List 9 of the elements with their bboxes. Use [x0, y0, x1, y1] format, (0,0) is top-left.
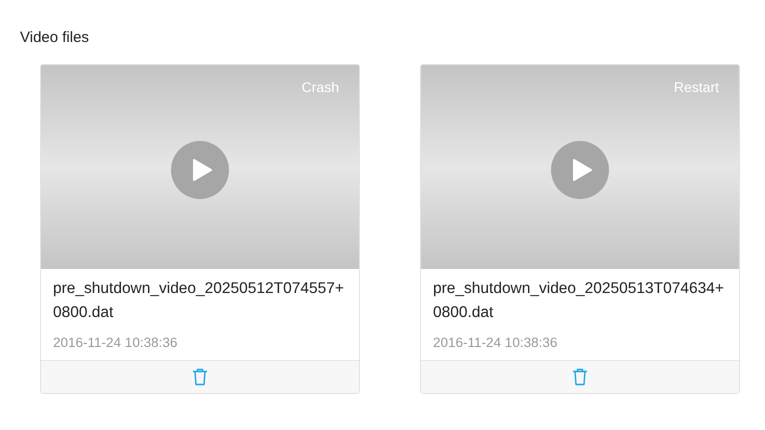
- play-icon[interactable]: [171, 141, 229, 199]
- file-date: 2016-11-24 10:38:36: [432, 334, 558, 352]
- delete-icon[interactable]: [572, 368, 588, 386]
- file-name: pre_shutdown_video_20250512T074557+0800.dat: [52, 279, 345, 323]
- file-name: pre_shutdown_video_20250513T074634+0800.dat: [432, 279, 725, 323]
- play-icon[interactable]: [551, 141, 609, 199]
- section-title: Video files: [19, 28, 90, 48]
- file-date: 2016-11-24 10:38:36: [52, 334, 178, 352]
- delete-icon[interactable]: [192, 368, 208, 386]
